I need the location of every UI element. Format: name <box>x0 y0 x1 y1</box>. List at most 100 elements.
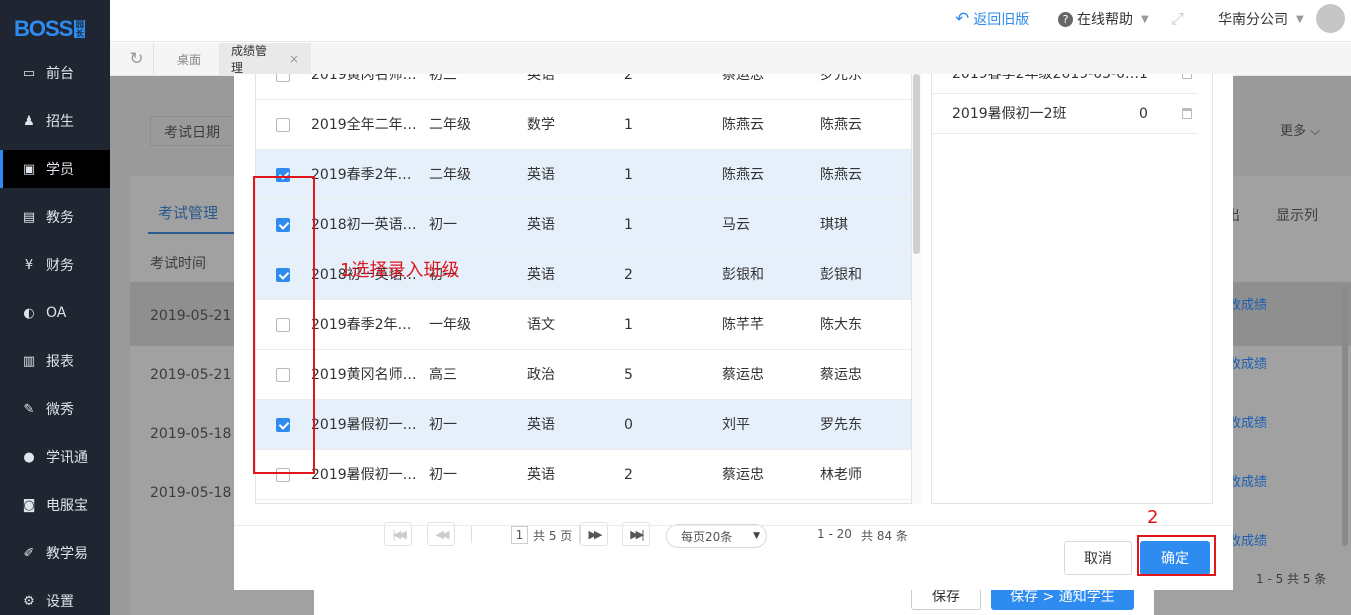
top-bar: ↶ 返回旧版 ? 在线帮助 ▼ ⤢ 华南分公司 ▼ <box>110 0 1351 42</box>
grade-cell: 初一 <box>429 217 457 233</box>
refresh-icon[interactable]: ↻ <box>120 43 154 75</box>
student-count-cell: 2 <box>624 467 633 483</box>
grade-cell: 一年级 <box>429 317 471 333</box>
sidebar-item-academics[interactable]: ▤ 教务 <box>0 198 110 236</box>
selected-class-row: 2019春季2年级2019-05-0… 1 <box>932 74 1198 94</box>
student-count-cell: 1 <box>624 117 633 133</box>
branch-selector[interactable]: 华南分公司 ▼ <box>1218 0 1304 38</box>
total-pages: 共 5 页 <box>533 529 573 543</box>
selected-classes-panel: 2019春季2年级2019-05-0… 1 2019暑假初一2班 0 <box>931 74 1213 504</box>
head-teacher-cell: 蔡运忠 <box>820 367 862 383</box>
display-columns-button: 显示列 <box>1276 208 1318 224</box>
subject-cell: 英语 <box>527 217 555 233</box>
head-teacher-cell: 彭银和 <box>820 267 862 283</box>
sidebar-item-dianfubao[interactable]: ◙ 电服宝 <box>0 486 110 524</box>
class-row[interactable]: 2019春季2年… 一年级 语文 1 陈芊芊 陈大东 <box>256 300 911 350</box>
selected-class-count: 0 <box>1139 106 1148 122</box>
head-teacher-cell: 陈燕云 <box>820 167 862 183</box>
class-row[interactable]: 2019暑假初一… 初一 英语 2 蔡运忠 林老师 <box>256 450 911 500</box>
more-filters-link: 更多 ⌵ <box>1280 124 1321 139</box>
trash-icon[interactable] <box>1182 74 1192 79</box>
cancel-button[interactable]: 取消 <box>1064 541 1132 575</box>
tab-desktop[interactable]: 桌面 <box>165 43 213 75</box>
page-size-select[interactable]: 每页20条 ▼ <box>666 524 767 548</box>
weixiu-icon: ✎ <box>23 401 35 417</box>
subject-cell: 政治 <box>527 367 555 383</box>
head-teacher-cell: 琪琪 <box>820 217 848 233</box>
student-count-cell: 1 <box>624 217 633 233</box>
student-count-cell: 2 <box>624 267 633 283</box>
oa-icon: ◐ <box>23 305 35 321</box>
teacher-cell: 陈燕云 <box>722 117 764 133</box>
teacher-cell: 陈燕云 <box>722 167 764 183</box>
sidebar-item-reports[interactable]: ▥ 报表 <box>0 342 110 380</box>
student-count-cell: 0 <box>624 417 633 433</box>
grade-cell: 初一 <box>429 467 457 483</box>
subject-cell: 英语 <box>527 74 555 83</box>
sidebar-item-front-desk[interactable]: ▭ 前台 <box>0 54 110 92</box>
row-checkbox[interactable] <box>276 118 290 132</box>
grade-cell: 初一 <box>429 417 457 433</box>
sidebar-item-enrollment[interactable]: ♟ 招生 <box>0 102 110 140</box>
edit-score-link: 修改成绩 <box>1225 475 1268 490</box>
tab-exam-management: 考试管理 <box>158 204 219 222</box>
contact-card-icon: ▣ <box>22 161 36 177</box>
teacher-cell: 蔡运忠 <box>722 467 764 483</box>
tab-score-management[interactable]: 成绩管理 × <box>219 43 311 75</box>
edit-score-link: 修改成绩 <box>1225 534 1268 549</box>
subject-cell: 英语 <box>527 417 555 433</box>
sidebar: BOSS 园长 ▭ 前台 ♟ 招生 ▣ 学员 ▤ 教务 ¥ 财务 ◐ OA ▥ 报表 ✎ 微秀 ●… <box>0 0 110 615</box>
class-row[interactable]: 2018初一英语… 初一 英语 1 马云 琪琪 <box>256 200 911 250</box>
sidebar-item-weixiu[interactable]: ✎ 微秀 <box>0 390 110 428</box>
edit-score-link: 修改成绩 <box>1225 416 1268 431</box>
caret-down-icon: ▼ <box>753 531 760 541</box>
sidebar-item-finance[interactable]: ¥ 财务 <box>0 246 110 284</box>
class-row[interactable]: 2019春季2年… 二年级 英语 1 陈燕云 陈燕云 <box>256 150 911 200</box>
subject-cell: 数学 <box>527 117 555 133</box>
annotation-box-confirm <box>1137 535 1216 576</box>
exam-date-cell: 2019-05-21 <box>150 308 232 324</box>
class-row[interactable]: 2019黄冈名师… 高三 政治 5 蔡运忠 蔡运忠 <box>256 350 911 400</box>
brand-logo[interactable]: BOSS 园长 <box>14 16 86 42</box>
page-number-input[interactable]: 1 <box>511 526 528 544</box>
sidebar-item-students[interactable]: ▣ 学员 <box>0 150 110 188</box>
subject-cell: 英语 <box>527 167 555 183</box>
grade-cell: 高三 <box>429 367 457 383</box>
annotation-step1: 1选择录入班级 <box>340 260 460 281</box>
class-row[interactable]: 2019暑假初一… 初一 英语 0 刘平 罗先东 <box>256 400 911 450</box>
avatar[interactable] <box>1316 4 1345 33</box>
background-pager-summary: 1 - 5 共 5 条 <box>1256 572 1327 586</box>
fullscreen-icon[interactable]: ⤢ <box>1171 0 1184 38</box>
teacher-cell: 马云 <box>722 217 750 233</box>
teacher-cell: 蔡运忠 <box>722 74 764 83</box>
class-row[interactable]: 2019黄冈名师… 初三 英语 2 蔡运忠 罗先东 <box>256 74 911 100</box>
gear-icon: ⚙ <box>23 593 35 609</box>
phone-icon: ◙ <box>22 497 36 513</box>
online-help-menu[interactable]: ? 在线帮助 ▼ <box>1058 0 1149 38</box>
selected-class-name: 2019暑假初一2班 <box>952 106 1067 122</box>
class-row[interactable]: 2019全年二年… 二年级 数学 1 陈燕云 陈燕云 <box>256 100 911 150</box>
teach-icon: ✐ <box>23 545 35 561</box>
teacher-cell: 刘平 <box>722 417 750 433</box>
selected-class-name: 2019春季2年级2019-05-0… <box>952 74 1139 82</box>
sidebar-item-settings[interactable]: ⚙ 设置 <box>0 582 110 615</box>
exam-date-cell: 2019-05-18 <box>150 485 232 501</box>
sidebar-item-jiaoxueyi[interactable]: ✐ 教学易 <box>0 534 110 572</box>
page-range: 1 - 20 <box>817 527 852 541</box>
class-name-cell: 2019春季2年… <box>311 167 412 183</box>
head-teacher-cell: 罗先东 <box>820 74 862 83</box>
sidebar-item-xuexuntong[interactable]: ● 学讯通 <box>0 438 110 476</box>
close-icon[interactable]: × <box>289 52 299 66</box>
bottom-action-bar: 保存 保存 > 通知学生 <box>314 582 1154 615</box>
class-list: 2019黄冈名师… 初三 英语 2 蔡运忠 罗先东 2019全年二年… 二年级 数学 1 陈燕云 陈燕… <box>255 74 912 504</box>
sidebar-item-oa[interactable]: ◐ OA <box>0 294 110 332</box>
selected-class-count: 1 <box>1139 74 1148 82</box>
trash-icon[interactable] <box>1182 108 1192 119</box>
class-name-cell: 2019暑假初一… <box>311 417 417 433</box>
class-list-scrollbar-thumb[interactable] <box>913 74 920 254</box>
grade-cell: 二年级 <box>429 117 471 133</box>
head-teacher-cell: 罗先东 <box>820 417 862 433</box>
back-old-version-link[interactable]: ↶ 返回旧版 <box>955 0 1029 38</box>
row-checkbox[interactable] <box>276 74 290 82</box>
grade-cell: 初三 <box>429 74 457 83</box>
